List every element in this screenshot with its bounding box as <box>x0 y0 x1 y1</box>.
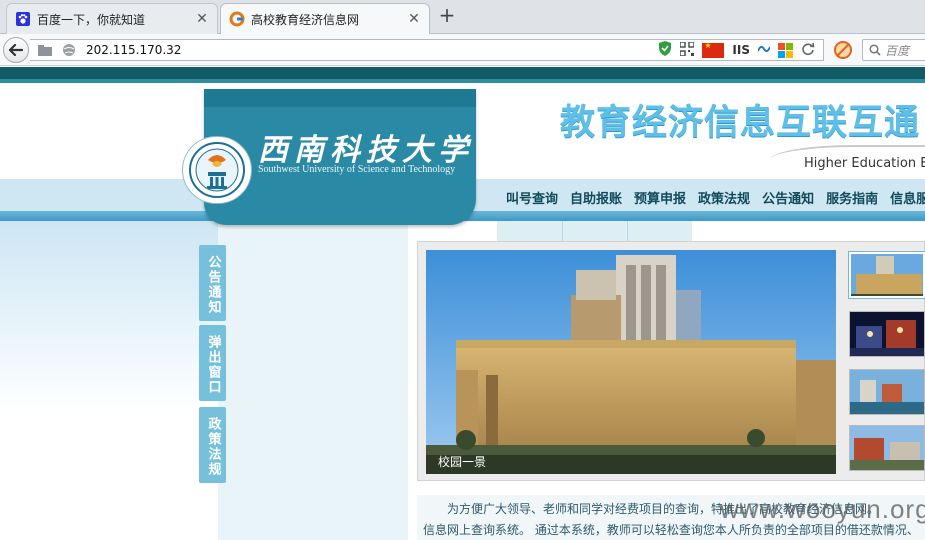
tab-title: 高校教育经济信息网 <box>251 12 360 27</box>
folder-icon[interactable] <box>36 41 54 59</box>
url-text[interactable]: 202.115.170.32 <box>86 43 658 57</box>
wave-icon <box>757 43 771 57</box>
site-slogan: 教育经济信息互联互通 <box>560 103 921 143</box>
site-slogan-en: Higher Education Ec <box>804 156 925 171</box>
main-menu: 叫号查询 自助报账 预算申报 政策法规 公告通知 服务指南 信息服务 <box>500 191 925 209</box>
search-input[interactable]: 百度 <box>862 39 925 61</box>
side-tab-popup[interactable]: 弹出窗口 <box>199 325 226 401</box>
navigation-toolbar: 202.115.170.32 IIS 百度 <box>0 34 925 66</box>
menu-item-self-reimburse[interactable]: 自助报账 <box>564 191 628 209</box>
side-tab-notices[interactable]: 公告通知 <box>199 245 226 321</box>
china-flag-icon <box>702 41 725 58</box>
side-tab-policy[interactable]: 政策法规 <box>199 407 226 483</box>
menu-item-policy[interactable]: 政策法规 <box>692 191 756 209</box>
search-placeholder: 百度 <box>885 43 910 58</box>
submenu-divider <box>562 221 563 243</box>
baidu-paw-icon <box>15 11 31 27</box>
back-button[interactable] <box>3 37 29 63</box>
slideshow-thumb-2[interactable] <box>849 311 925 357</box>
menu-item-info-service[interactable]: 信息服务 <box>884 191 925 209</box>
back-arrow-icon <box>9 44 23 56</box>
logo-panel-top <box>204 89 476 107</box>
close-icon[interactable]: ✕ <box>195 12 209 26</box>
left-gradient-bg <box>0 221 220 540</box>
close-icon[interactable]: ✕ <box>407 12 421 26</box>
menu-item-budget[interactable]: 预算申报 <box>628 191 692 209</box>
tab-edu-economy[interactable]: 高校教育经济信息网 ✕ <box>220 3 430 34</box>
top-band <box>0 67 925 79</box>
slideshow-caption: 校园一景 <box>438 455 487 469</box>
new-tab-button[interactable]: + <box>437 5 457 26</box>
slideshow-thumb-4[interactable] <box>849 425 925 471</box>
web-page: 西南科技大学 Southwest University of Science a… <box>0 67 925 540</box>
middle-bg <box>218 221 408 540</box>
submenu-divider <box>627 221 628 243</box>
search-icon <box>869 44 881 56</box>
watermark-text: www.wooyun.org <box>720 494 925 524</box>
block-script-icon[interactable] <box>834 41 852 59</box>
reload-icon[interactable] <box>801 42 815 59</box>
browser-tab-strip: 百度一下，你就知道 ✕ 高校教育经济信息网 ✕ + <box>0 0 925 34</box>
shield-icon[interactable] <box>658 41 672 59</box>
globe-icon <box>60 41 78 59</box>
slideshow-thumb-1[interactable] <box>849 252 925 298</box>
address-bar[interactable]: 202.115.170.32 IIS <box>30 39 824 61</box>
tab-title: 百度一下，你就知道 <box>37 12 146 27</box>
submenu-strip <box>497 221 692 243</box>
tab-baidu[interactable]: 百度一下，你就知道 ✕ <box>6 3 218 34</box>
slideshow-thumb-3[interactable] <box>849 369 925 415</box>
university-name: 西南科技大学 <box>258 133 474 168</box>
university-name-en: Southwest University of Science and Tech… <box>258 164 456 175</box>
site-g-icon <box>229 11 245 27</box>
iis-server-label: IIS <box>732 43 750 57</box>
menu-item-queue-query[interactable]: 叫号查询 <box>500 191 564 209</box>
university-emblem-icon[interactable] <box>183 137 251 203</box>
slideshow-main-image[interactable] <box>426 250 836 474</box>
windows-icon <box>778 42 793 58</box>
menu-item-service-guide[interactable]: 服务指南 <box>820 191 884 209</box>
qr-code-icon[interactable] <box>679 40 696 59</box>
menu-item-notices[interactable]: 公告通知 <box>756 191 820 209</box>
